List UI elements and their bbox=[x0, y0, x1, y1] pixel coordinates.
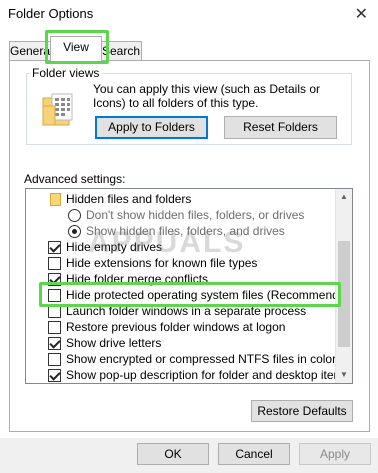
radio-dont-show-hidden[interactable]: Don't show hidden files, folders, or dri… bbox=[26, 207, 336, 224]
apply-button[interactable]: Apply bbox=[299, 443, 371, 465]
checkbox[interactable] bbox=[48, 337, 61, 350]
restore-defaults-button[interactable]: Restore Defaults bbox=[251, 400, 353, 422]
checkbox-hide-extensions[interactable]: Hide extensions for known file types bbox=[26, 255, 336, 272]
checkbox[interactable] bbox=[48, 273, 61, 286]
window-title: Folder Options bbox=[8, 6, 94, 21]
folder-views-heading: Folder views bbox=[29, 66, 103, 80]
checkbox-restore-previous-windows[interactable]: Restore previous folder windows at logon bbox=[26, 319, 336, 336]
checkbox-hide-merge-conflicts[interactable]: Hide folder merge conflicts bbox=[26, 271, 336, 288]
checkbox-show-drive-letters[interactable]: Show drive letters bbox=[26, 335, 336, 352]
folder-icon bbox=[50, 193, 61, 206]
list-item-label: Show drive letters bbox=[66, 336, 162, 350]
list-item-label: Hide empty drives bbox=[66, 240, 163, 254]
checkbox-hide-protected-os-files[interactable]: Hide protected operating system files (R… bbox=[26, 287, 352, 304]
checkbox-show-encrypted-color[interactable]: Show encrypted or compressed NTFS files … bbox=[26, 351, 336, 368]
checkbox-launch-separate-process[interactable]: Launch folder windows in a separate proc… bbox=[26, 303, 336, 320]
list-item: Hidden files and folders bbox=[26, 191, 336, 208]
advanced-settings-label: Advanced settings: bbox=[24, 172, 126, 186]
checkbox-hide-empty-drives[interactable]: Hide empty drives bbox=[26, 239, 336, 256]
list-scrollbar[interactable]: ▲ ▼ bbox=[335, 189, 352, 383]
radio-show-hidden[interactable]: Show hidden files, folders, and drives bbox=[26, 223, 336, 240]
list-item-label: Hidden files and folders bbox=[66, 192, 192, 206]
apply-to-folders-button[interactable]: Apply to Folders bbox=[95, 116, 208, 139]
radio-button[interactable] bbox=[68, 209, 81, 222]
tab-view[interactable]: View bbox=[50, 36, 102, 61]
chevron-up-icon[interactable]: ▲ bbox=[336, 189, 352, 205]
list-item-label: Show pop-up description for folder and d… bbox=[66, 368, 350, 382]
title-bar: Folder Options ✕ bbox=[0, 0, 378, 30]
list-item-label: Hide protected operating system files (R… bbox=[66, 288, 353, 302]
checkbox[interactable] bbox=[48, 257, 61, 270]
close-icon[interactable]: ✕ bbox=[355, 4, 368, 24]
list-item-label: Show hidden files, folders, and drives bbox=[86, 224, 285, 238]
checkbox[interactable] bbox=[48, 353, 61, 366]
list-item-label: Hide folder merge conflicts bbox=[66, 272, 209, 286]
cancel-button[interactable]: Cancel bbox=[218, 443, 290, 465]
chevron-down-icon[interactable]: ▼ bbox=[336, 367, 352, 383]
radio-button[interactable] bbox=[68, 225, 81, 238]
reset-folders-button[interactable]: Reset Folders bbox=[224, 116, 337, 139]
checkbox[interactable] bbox=[48, 369, 61, 382]
scrollbar-thumb[interactable] bbox=[338, 241, 350, 347]
list-item-label: Don't show hidden files, folders, or dri… bbox=[86, 208, 305, 222]
list-item-label: Show encrypted or compressed NTFS files … bbox=[66, 352, 337, 366]
list-item-label: Hide extensions for known file types bbox=[66, 256, 258, 270]
advanced-settings-list[interactable]: Hidden files and folders Don't show hidd… bbox=[25, 188, 353, 384]
tab-search[interactable]: Search bbox=[100, 41, 142, 60]
ok-button[interactable]: OK bbox=[137, 443, 209, 465]
checkbox[interactable] bbox=[48, 305, 61, 318]
checkbox[interactable] bbox=[48, 321, 61, 334]
checkbox-show-popup-description[interactable]: Show pop-up description for folder and d… bbox=[26, 367, 350, 383]
checkbox[interactable] bbox=[48, 241, 61, 254]
list-item-label: Launch folder windows in a separate proc… bbox=[66, 304, 307, 318]
tab-general[interactable]: General bbox=[9, 41, 53, 60]
folder-views-description: You can apply this view (such as Details… bbox=[93, 82, 321, 110]
folder-grid-icon bbox=[42, 93, 73, 126]
list-item-label: Restore previous folder windows at logon bbox=[66, 320, 286, 334]
checkbox[interactable] bbox=[48, 289, 61, 302]
